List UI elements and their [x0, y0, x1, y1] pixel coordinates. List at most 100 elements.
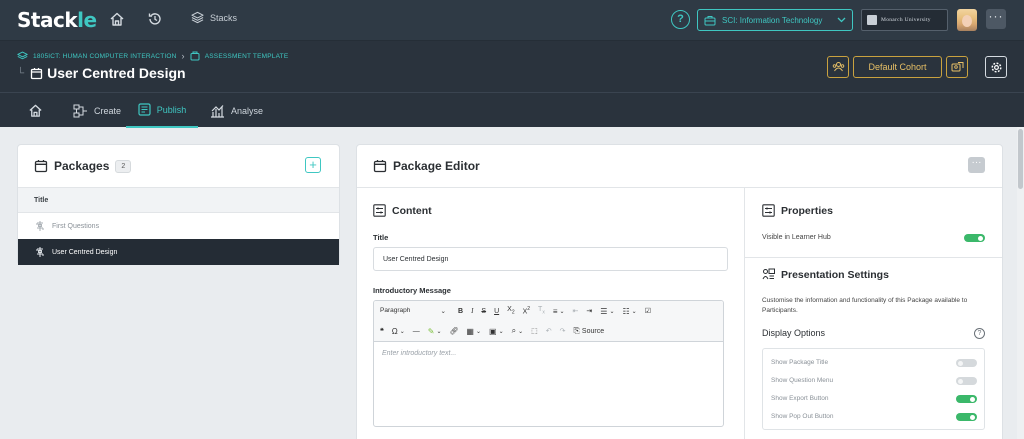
breadcrumb-template[interactable]: ASSESSMENT TEMPLATE	[205, 53, 289, 60]
option-label: Show Question Menu	[771, 377, 834, 384]
source-button[interactable]: ⎘ Source	[574, 326, 605, 336]
publish-icon	[138, 103, 151, 116]
insert-image-icon[interactable]: ▣ ⌄	[489, 327, 504, 336]
package-icon	[373, 159, 387, 173]
link-icon[interactable]: 🔗︎	[450, 327, 459, 335]
show-package-title-toggle[interactable]	[956, 359, 977, 367]
page-scrollbar[interactable]	[1017, 127, 1024, 439]
intro-message-textarea[interactable]: Enter introductory text...	[374, 341, 723, 426]
todo-list-icon[interactable]: ☑	[645, 307, 651, 315]
help-button[interactable]: ?	[671, 10, 690, 29]
packages-column-header[interactable]: Title	[18, 187, 339, 213]
sliders-icon	[373, 204, 386, 217]
packages-title: Packages	[54, 159, 110, 173]
settings-button[interactable]	[985, 56, 1007, 78]
university-name: Monarch University	[881, 17, 931, 23]
user-avatar[interactable]	[957, 9, 977, 31]
home-icon	[28, 103, 43, 118]
special-characters-icon[interactable]: Ω ⌄	[392, 327, 405, 336]
course-select-value: SCI: Information Technology	[722, 15, 823, 25]
tab-analyse[interactable]: Analyse	[210, 93, 263, 128]
highlight-icon[interactable]: ✎ ⌄	[428, 327, 442, 336]
tab-publish[interactable]: Publish	[126, 93, 198, 128]
package-editor-header: Package Editor	[373, 159, 480, 173]
stacks-nav[interactable]: Stacks	[191, 11, 237, 24]
university-crest-icon	[867, 15, 877, 25]
user-switch-icon	[951, 61, 964, 73]
breadcrumb-course[interactable]: 1805ICT: HUMAN COMPUTER INTERACTION	[33, 53, 177, 60]
cohort-settings-button[interactable]	[946, 56, 968, 78]
properties-title: Properties	[781, 204, 833, 217]
subscript-icon[interactable]: X2	[507, 306, 514, 315]
strikethrough-icon[interactable]: S	[481, 308, 486, 315]
tab-publish-label: Publish	[156, 104, 187, 115]
divider	[357, 187, 1002, 188]
align-icon[interactable]: ≡ ⌄	[553, 307, 565, 316]
cohort-button-label: Default Cohort	[868, 62, 927, 72]
history-icon[interactable]	[147, 11, 163, 27]
home-icon[interactable]	[109, 11, 125, 27]
editor-more-button[interactable]: ···	[968, 157, 985, 173]
tree-node-icon	[34, 246, 46, 258]
scrollbar-thumb[interactable]	[1018, 129, 1023, 189]
table-icon[interactable]: ▦ ⌄	[466, 327, 481, 336]
redo-icon[interactable]: ↷	[560, 327, 566, 335]
show-export-button-toggle[interactable]	[956, 395, 977, 403]
indent-icon[interactable]: ⇥	[586, 307, 592, 315]
presentation-description: Customise the information and functional…	[762, 297, 968, 314]
more-menu-button[interactable]: ···	[986, 9, 1006, 29]
outdent-icon[interactable]: ⇤	[573, 307, 579, 315]
clear-format-icon[interactable]: Tx	[538, 306, 545, 315]
tab-create-label: Create	[94, 105, 122, 116]
list-item[interactable]: User Centred Design	[18, 239, 339, 265]
list-item[interactable]: First Questions	[18, 213, 339, 239]
sliders-icon	[762, 204, 775, 217]
tab-home[interactable]	[28, 93, 46, 128]
option-label: Show Package Title	[771, 359, 829, 366]
page-title-text: User Centred Design	[47, 65, 186, 81]
page-title: └ User Centred Design	[17, 65, 186, 81]
package-editor-panel: Package Editor ··· Content Title User Ce…	[356, 144, 1003, 439]
show-question-menu-toggle[interactable]	[956, 377, 977, 385]
show-pop-out-button-toggle[interactable]	[956, 413, 977, 421]
source-label: Source	[581, 327, 605, 335]
blockquote-icon[interactable]: ❝	[380, 327, 384, 335]
display-options-help-icon[interactable]: ?	[974, 328, 985, 339]
title-input[interactable]: User Centred Design	[373, 247, 728, 271]
select-all-icon[interactable]: ⬚	[531, 327, 538, 335]
tab-create[interactable]: Create	[72, 93, 122, 128]
layers-icon	[191, 11, 204, 24]
superscript-icon[interactable]: X2	[523, 306, 530, 315]
package-editor-title: Package Editor	[393, 159, 480, 173]
display-options-list: Show Package Title Show Question Menu Sh…	[762, 348, 985, 430]
chart-icon	[210, 104, 225, 118]
bulleted-list-icon[interactable]: ☰ ⌄	[600, 307, 614, 316]
packages-header: Packages 2	[34, 159, 132, 173]
chevron-right-icon: ›	[181, 51, 185, 61]
chevron-down-icon	[837, 17, 846, 23]
find-replace-icon[interactable]: ⌕ ⌄	[512, 326, 524, 336]
cohort-select-button[interactable]: Default Cohort	[853, 56, 942, 78]
title-label: Title	[373, 233, 389, 242]
stacks-label: Stacks	[210, 12, 238, 23]
package-item-label: First Questions	[52, 222, 100, 230]
add-package-button[interactable]: +	[305, 157, 321, 173]
intro-message-label: Introductory Message	[373, 286, 451, 295]
horizontal-line-icon[interactable]: —	[413, 328, 420, 335]
page-header: 1805ICT: HUMAN COMPUTER INTERACTION › AS…	[0, 41, 1024, 92]
visible-learner-hub-toggle[interactable]	[964, 234, 985, 242]
group-button[interactable]	[827, 56, 849, 78]
numbered-list-icon[interactable]: ☷ ⌄	[622, 307, 636, 316]
briefcase-icon	[704, 15, 716, 26]
undo-icon[interactable]: ↶	[546, 327, 552, 335]
italic-icon[interactable]: I	[471, 307, 473, 315]
editor-toolbar-row-1: Paragraph ⌄ B I S U X2 X2 Tx ≡ ⌄ ⇤ ⇥ ☰ ⌄ ☷ ⌄…	[374, 301, 723, 321]
underline-icon[interactable]: U	[494, 308, 499, 315]
bold-icon[interactable]: B	[458, 308, 463, 315]
visible-learner-hub-label: Visible in Learner Hub	[762, 234, 831, 241]
paragraph-format-value: Paragraph	[380, 307, 411, 314]
package-icon	[30, 67, 43, 80]
paragraph-format-select[interactable]: Paragraph ⌄	[380, 307, 450, 315]
course-select[interactable]: SCI: Information Technology	[697, 9, 853, 31]
stackle-logo[interactable]: Stackle	[17, 8, 97, 32]
